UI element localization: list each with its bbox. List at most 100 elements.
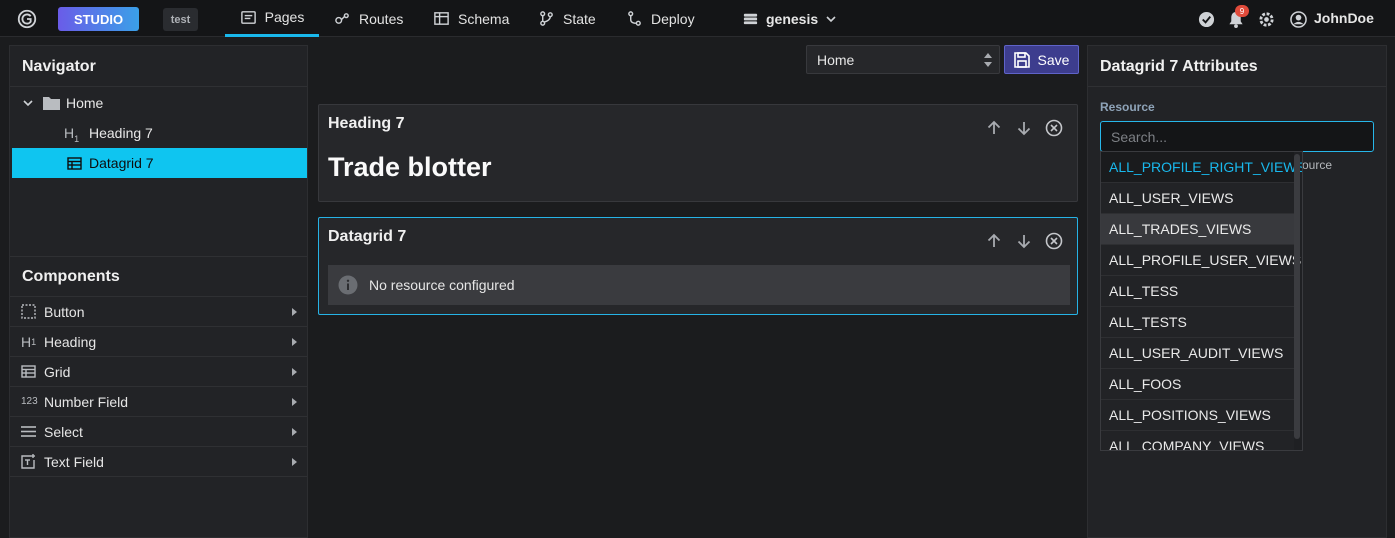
- tab-routes[interactable]: Routes: [334, 0, 403, 37]
- username[interactable]: JohnDoe: [1314, 10, 1374, 26]
- tab-deploy[interactable]: Deploy: [626, 0, 695, 37]
- schema-icon: [434, 12, 449, 25]
- chevron-down-icon[interactable]: [22, 97, 34, 109]
- dropdown-option[interactable]: ALL_PROFILE_USER_VIEWS: [1101, 245, 1301, 276]
- caret-right-icon: [292, 397, 297, 406]
- components-title: Components: [22, 268, 120, 285]
- studio-badge[interactable]: STUDIO: [58, 7, 139, 31]
- caret-right-icon: [292, 457, 297, 466]
- card-title: Heading 7: [328, 115, 405, 132]
- arrow-down-icon[interactable]: [1015, 119, 1033, 137]
- button-icon: [21, 304, 37, 320]
- dropdown-option[interactable]: ALL_PROFILE_RIGHT_VIEWS: [1101, 152, 1302, 183]
- check-circle-icon[interactable]: [1198, 11, 1215, 28]
- info-icon: [338, 275, 358, 295]
- divider: [10, 86, 307, 87]
- tree-item-heading-7[interactable]: H1 Heading 7: [12, 118, 307, 148]
- remove-circle-icon[interactable]: [1045, 119, 1063, 137]
- card-title: Datagrid 7: [328, 228, 407, 245]
- caret-right-icon: [292, 337, 297, 346]
- arrow-up-icon[interactable]: [985, 232, 1003, 250]
- dropdown-option[interactable]: ALL_POSITIONS_VIEWS: [1101, 400, 1294, 431]
- divider: [1088, 86, 1386, 87]
- database-icon: [743, 13, 758, 25]
- grid-icon: [67, 156, 82, 170]
- resource-search-input[interactable]: [1100, 121, 1374, 152]
- gear-icon[interactable]: [1258, 11, 1275, 28]
- datagrid-card[interactable]: Datagrid 7 No resource configured: [318, 217, 1078, 315]
- dropdown-option[interactable]: ALL_TESTS: [1101, 307, 1294, 338]
- left-panel: Navigator Home H1 Heading 7 Datagrid 7 C…: [9, 45, 308, 538]
- heading-icon: H1: [21, 333, 37, 350]
- tab-state-label: State: [563, 10, 596, 27]
- component-heading[interactable]: H1 Heading: [10, 326, 307, 356]
- dropdown-option[interactable]: ALL_TRADES_VIEWS: [1101, 214, 1294, 245]
- project-selector[interactable]: genesis: [742, 0, 837, 37]
- select-icon: [21, 424, 37, 440]
- tree-item-label: Heading 7: [89, 125, 153, 141]
- dropdown-scrollbar[interactable]: [1294, 154, 1300, 439]
- floppy-disk-icon: [1013, 51, 1030, 68]
- heading-icon: H1: [64, 125, 80, 144]
- attributes-title: Datagrid 7 Attributes: [1100, 58, 1258, 75]
- grid-icon: [21, 364, 37, 380]
- card-actions: [985, 119, 1063, 137]
- component-button[interactable]: Button: [10, 296, 307, 326]
- info-message: No resource configured: [328, 265, 1070, 305]
- remove-circle-icon[interactable]: [1045, 232, 1063, 250]
- chevron-down-icon: [826, 15, 836, 22]
- component-text-field[interactable]: Text Field: [10, 446, 307, 476]
- notification-badge: 9: [1235, 5, 1249, 17]
- caret-right-icon: [292, 367, 297, 376]
- dropdown-option[interactable]: ALL_USER_AUDIT_VIEWS: [1101, 338, 1294, 369]
- info-message-text: No resource configured: [369, 277, 515, 293]
- page-select-value: Home: [817, 51, 855, 68]
- tree-item-home[interactable]: Home: [12, 88, 307, 118]
- folder-icon: [43, 97, 60, 110]
- project-name: genesis: [766, 10, 819, 27]
- sort-arrows-icon: [984, 53, 992, 67]
- save-button-label: Save: [1037, 51, 1070, 68]
- number-icon: 123: [21, 396, 38, 407]
- component-number-field[interactable]: 123 Number Field: [10, 386, 307, 416]
- arrow-down-icon[interactable]: [1015, 232, 1033, 250]
- tree-item-label: Datagrid 7: [89, 155, 154, 171]
- dropdown-option[interactable]: ALL_TESS: [1101, 276, 1294, 307]
- heading-card[interactable]: Heading 7 Trade blotter: [318, 104, 1078, 202]
- text-field-icon: [21, 454, 37, 470]
- caret-right-icon: [292, 427, 297, 436]
- component-grid[interactable]: Grid: [10, 356, 307, 386]
- arrow-up-icon[interactable]: [985, 119, 1003, 137]
- divider: [10, 256, 307, 257]
- genesis-logo-icon[interactable]: [16, 8, 38, 30]
- tab-state[interactable]: State: [538, 0, 596, 37]
- save-button[interactable]: Save: [1004, 45, 1079, 74]
- caret-right-icon: [292, 307, 297, 316]
- tree-item-datagrid-7[interactable]: Datagrid 7: [12, 148, 307, 178]
- page-select[interactable]: Home: [806, 45, 1000, 74]
- dropdown-option[interactable]: ALL_COMPANY_VIEWS: [1101, 431, 1294, 450]
- component-label: Button: [44, 303, 85, 320]
- tab-pages[interactable]: Pages: [225, 0, 319, 37]
- resource-hint: ource: [1302, 158, 1333, 172]
- divider: [10, 476, 307, 477]
- user-avatar-icon[interactable]: [1290, 11, 1307, 28]
- component-label: Select: [44, 423, 83, 440]
- top-bar: STUDIO test Pages Routes Schema State De…: [0, 0, 1395, 37]
- state-icon: [540, 11, 553, 26]
- component-label: Grid: [44, 363, 71, 380]
- resource-dropdown[interactable]: ALL_PROFILE_RIGHT_VIEWS ALL_USER_VIEWS A…: [1100, 151, 1303, 451]
- tab-routes-label: Routes: [359, 10, 404, 27]
- component-label: Heading: [44, 333, 97, 350]
- tab-schema[interactable]: Schema: [433, 0, 509, 37]
- navigator-title: Navigator: [22, 58, 96, 75]
- pages-icon: [240, 10, 256, 24]
- tab-pages-label: Pages: [264, 9, 305, 25]
- dropdown-option[interactable]: ALL_FOOS: [1101, 369, 1294, 400]
- tab-schema-label: Schema: [458, 10, 510, 27]
- component-label: Text Field: [44, 453, 104, 470]
- deploy-icon: [628, 11, 641, 26]
- component-label: Number Field: [44, 393, 129, 410]
- component-select[interactable]: Select: [10, 416, 307, 446]
- dropdown-option[interactable]: ALL_USER_VIEWS: [1101, 183, 1294, 214]
